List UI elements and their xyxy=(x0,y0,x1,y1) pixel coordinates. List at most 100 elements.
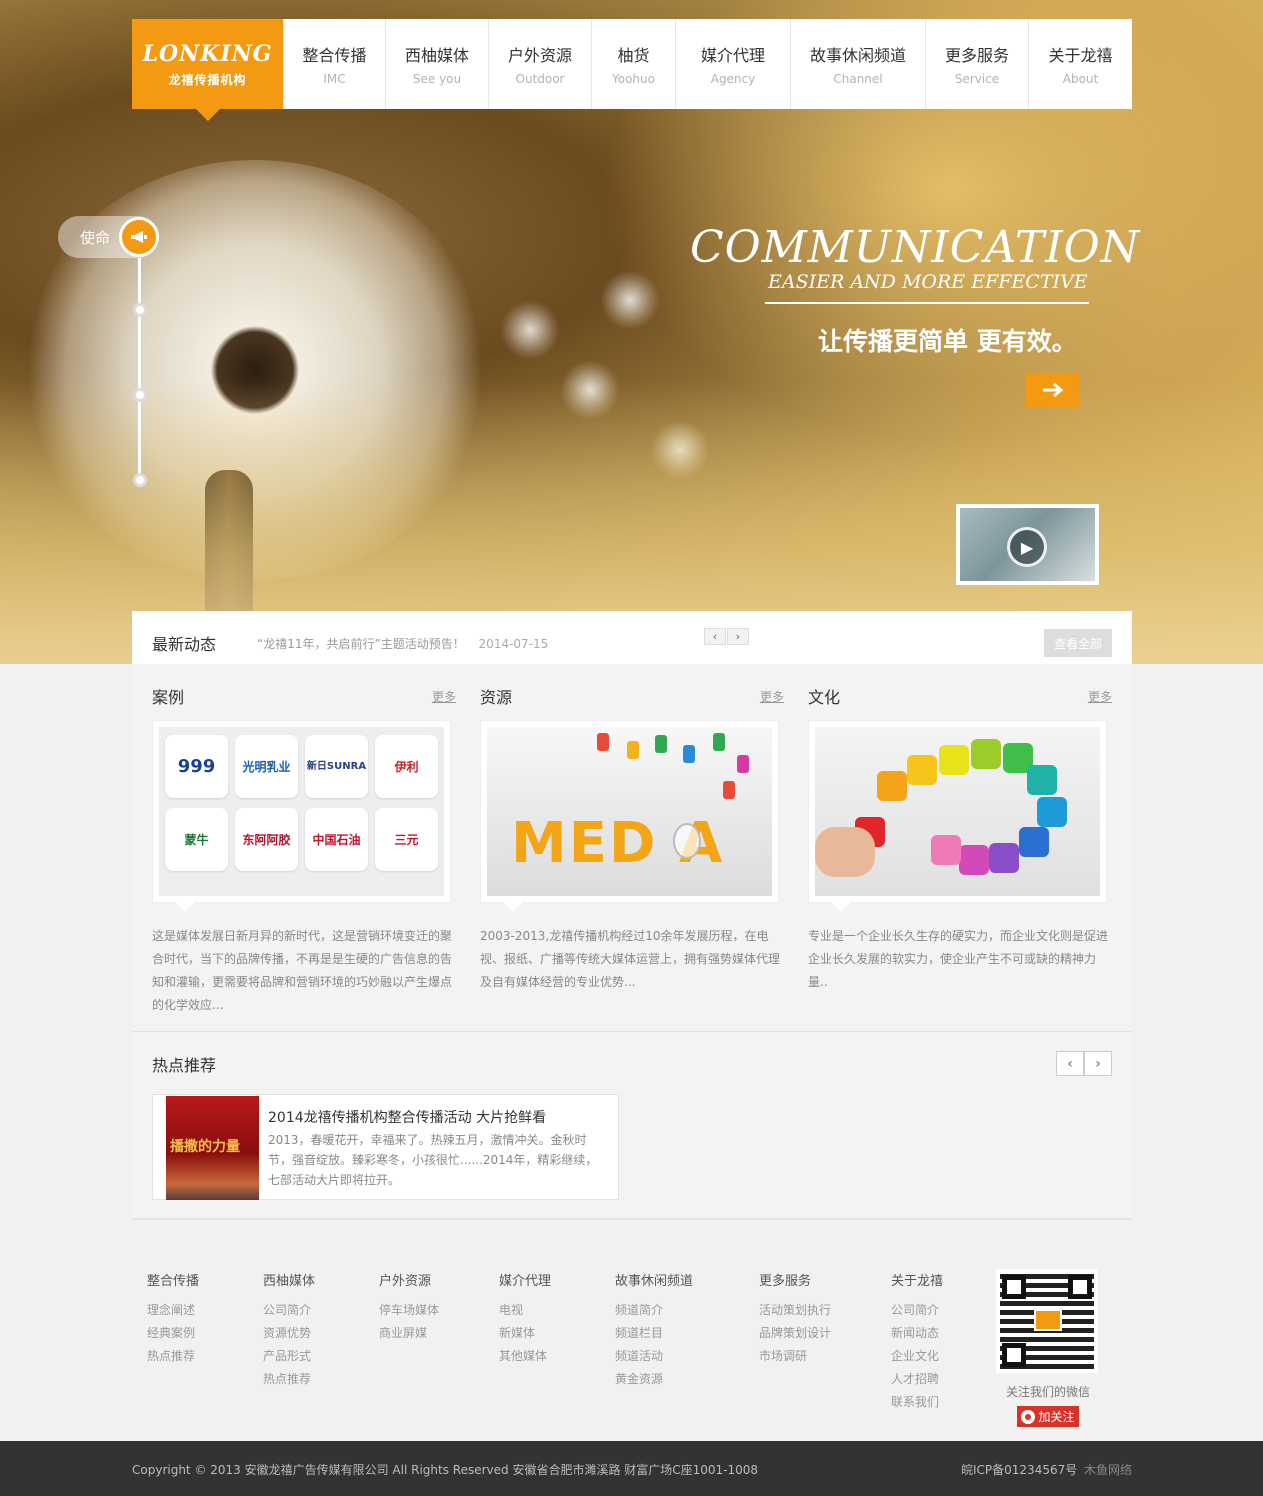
follow-label: 加关注 xyxy=(1038,1410,1075,1424)
footer-heading[interactable]: 户外资源 xyxy=(379,1270,439,1289)
footer-heading[interactable]: 西柚媒体 xyxy=(263,1270,315,1289)
nav-item-sublabel: About xyxy=(1062,72,1099,86)
hero-headline: COMMUNICATION xyxy=(690,222,1141,273)
timeline-line xyxy=(138,258,141,480)
hero-divider xyxy=(765,302,1089,304)
news-item-text: “龙禧11年，共启前行”主题活动预告！ xyxy=(257,637,465,651)
arrow-right-icon[interactable] xyxy=(1026,373,1079,407)
view-all-button[interactable]: 查看全部 xyxy=(1044,629,1112,657)
footer-link[interactable]: 产品形式 xyxy=(263,1345,315,1368)
footer-link[interactable]: 人才招聘 xyxy=(891,1368,943,1391)
footer-link[interactable]: 资源优势 xyxy=(263,1322,315,1345)
section-description: 专业是一个企业长久生存的硬实力，而企业文化则是促进企业长久发展的软实力，使企业产… xyxy=(808,929,1109,989)
nav-item-sublabel: IMC xyxy=(323,72,346,86)
news-prev-button[interactable]: ‹ xyxy=(704,628,726,645)
footer-heading[interactable]: 整合传播 xyxy=(147,1270,199,1289)
section-description: 2003-2013,龙禧传播机构经过10余年发展历程，在电视、报纸、广播等传统大… xyxy=(480,929,781,989)
puzzle-piece xyxy=(907,755,937,785)
footer-link[interactable]: 理念阐述 xyxy=(147,1299,199,1322)
qr-caption: 关注我们的微信 xyxy=(1006,1385,1091,1399)
nav-item-label: 户外资源 xyxy=(507,46,572,65)
cases-thumbnail[interactable]: 999 光明乳业 新日SUNRA 伊利 蒙牛 东阿阿胶 中国石油 三元 xyxy=(152,720,451,912)
footer-link[interactable]: 公司简介 xyxy=(891,1299,943,1322)
hot-prev-button[interactable]: ‹ xyxy=(1056,1051,1084,1076)
client-logo: 东阿阿胶 xyxy=(235,808,298,871)
qr-finder xyxy=(1002,1275,1026,1299)
footer-link[interactable]: 市场调研 xyxy=(759,1345,831,1368)
client-logo: 999 xyxy=(165,735,228,798)
nav-item-service[interactable]: 更多服务 Service xyxy=(925,19,1028,109)
nav-item-sublabel: Yoohuo xyxy=(612,72,655,86)
nav-item-label: 媒介代理 xyxy=(700,46,765,65)
footer-link[interactable]: 频道活动 xyxy=(615,1345,693,1368)
footer-link[interactable]: 联系我们 xyxy=(891,1391,943,1414)
site-maker[interactable]: 木鱼网络 xyxy=(1084,1461,1132,1478)
main-content: 案例 更多 999 光明乳业 新日SUNRA 伊利 蒙牛 东阿阿胶 中国石油 三… xyxy=(132,664,1132,1220)
section-title: 文化 xyxy=(808,688,841,707)
footer-col-channel: 故事休闲频道 频道简介 频道栏目 频道活动 黄金资源 xyxy=(615,1270,693,1391)
nav-item-label: 关于龙禧 xyxy=(1048,46,1113,65)
nav-item-about[interactable]: 关于龙禧 About xyxy=(1028,19,1132,109)
hot-card[interactable]: 播撒的力量 2014龙禧传播机构整合传播活动 大片抢鲜看 2013，春暖花开，幸… xyxy=(152,1094,619,1200)
footer-heading[interactable]: 更多服务 xyxy=(759,1270,831,1289)
news-item[interactable]: “龙禧11年，共启前行”主题活动预告！ 2014-07-15 xyxy=(257,635,548,652)
footer-link[interactable]: 公司简介 xyxy=(263,1299,315,1322)
resources-thumbnail[interactable]: MED A xyxy=(480,720,779,912)
site-logo[interactable]: LONKING 龙禧传播机构 xyxy=(132,19,283,121)
nav-item-outdoor[interactable]: 户外资源 Outdoor xyxy=(488,19,591,109)
nav-item-seeyou[interactable]: 西柚媒体 See you xyxy=(385,19,488,109)
weibo-follow-button[interactable]: 加关注 xyxy=(1017,1406,1079,1427)
megaphone-icon[interactable] xyxy=(119,217,159,257)
culture-thumbnail[interactable] xyxy=(808,720,1107,912)
footer-link[interactable]: 停车场媒体 xyxy=(379,1299,439,1322)
footer-link[interactable]: 商业屏媒 xyxy=(379,1322,439,1345)
footer-link[interactable]: 新媒体 xyxy=(499,1322,551,1345)
footer-link[interactable]: 频道栏目 xyxy=(615,1322,693,1345)
puzzle-image xyxy=(815,727,1100,896)
footer-link[interactable]: 品牌策划设计 xyxy=(759,1322,831,1345)
nav-item-sublabel: Agency xyxy=(710,72,756,86)
timeline-dot[interactable] xyxy=(133,473,147,487)
puzzle-piece xyxy=(1037,797,1067,827)
footer-link[interactable]: 热点推荐 xyxy=(147,1345,199,1368)
hot-title: 热点推荐 xyxy=(152,1056,217,1075)
client-logo: 新日SUNRA xyxy=(305,735,368,798)
client-logo: 光明乳业 xyxy=(235,735,298,798)
footer-link[interactable]: 频道简介 xyxy=(615,1299,693,1322)
footer-link[interactable]: 企业文化 xyxy=(891,1345,943,1368)
nav-item-channel[interactable]: 故事休闲频道 Channel xyxy=(790,19,925,109)
icp-number[interactable]: 皖ICP备01234567号 xyxy=(961,1461,1077,1478)
puzzle-piece xyxy=(1019,827,1049,857)
play-icon[interactable]: ▶ xyxy=(1007,527,1047,567)
footer-link[interactable]: 经典案例 xyxy=(147,1322,199,1345)
more-link[interactable]: 更多 xyxy=(760,688,784,705)
timeline-dot[interactable] xyxy=(133,303,147,317)
more-link[interactable]: 更多 xyxy=(432,688,456,705)
footer-link[interactable]: 黄金资源 xyxy=(615,1368,693,1391)
news-next-button[interactable]: › xyxy=(727,628,749,645)
news-title: 最新动态 xyxy=(152,635,217,654)
video-thumbnail[interactable]: ▶ xyxy=(956,504,1099,585)
hero-tagline: 让传播更简单 更有效。 xyxy=(818,327,1077,356)
section-header: 文化 更多 xyxy=(808,684,1112,712)
footer-link[interactable]: 其他媒体 xyxy=(499,1345,551,1368)
footer-link[interactable]: 热点推荐 xyxy=(263,1368,315,1391)
footer-heading[interactable]: 关于龙禧 xyxy=(891,1270,943,1289)
footer-heading[interactable]: 媒介代理 xyxy=(499,1270,551,1289)
footer-link[interactable]: 活动策划执行 xyxy=(759,1299,831,1322)
qr-finder xyxy=(1002,1343,1026,1367)
timeline-dot[interactable] xyxy=(133,388,147,402)
more-link[interactable]: 更多 xyxy=(1088,688,1112,705)
footer-heading[interactable]: 故事休闲频道 xyxy=(615,1270,693,1289)
qr-logo xyxy=(1034,1309,1062,1331)
hot-next-button[interactable]: › xyxy=(1084,1051,1112,1076)
footer-link[interactable]: 电视 xyxy=(499,1299,551,1322)
nav-item-yoohuo[interactable]: 柚货 Yoohuo xyxy=(591,19,675,109)
footer-link[interactable]: 新闻动态 xyxy=(891,1322,943,1345)
weibo-icon xyxy=(1021,1409,1036,1424)
nav-item-imc[interactable]: 整合传播 IMC xyxy=(283,19,385,109)
nav-item-agency[interactable]: 媒介代理 Agency xyxy=(675,19,790,109)
nav-item-label: 整合传播 xyxy=(302,46,367,65)
hot-card-title[interactable]: 2014龙禧传播机构整合传播活动 大片抢鲜看 xyxy=(268,1107,546,1127)
hot-card-image-text: 播撒的力量 xyxy=(170,1139,240,1155)
